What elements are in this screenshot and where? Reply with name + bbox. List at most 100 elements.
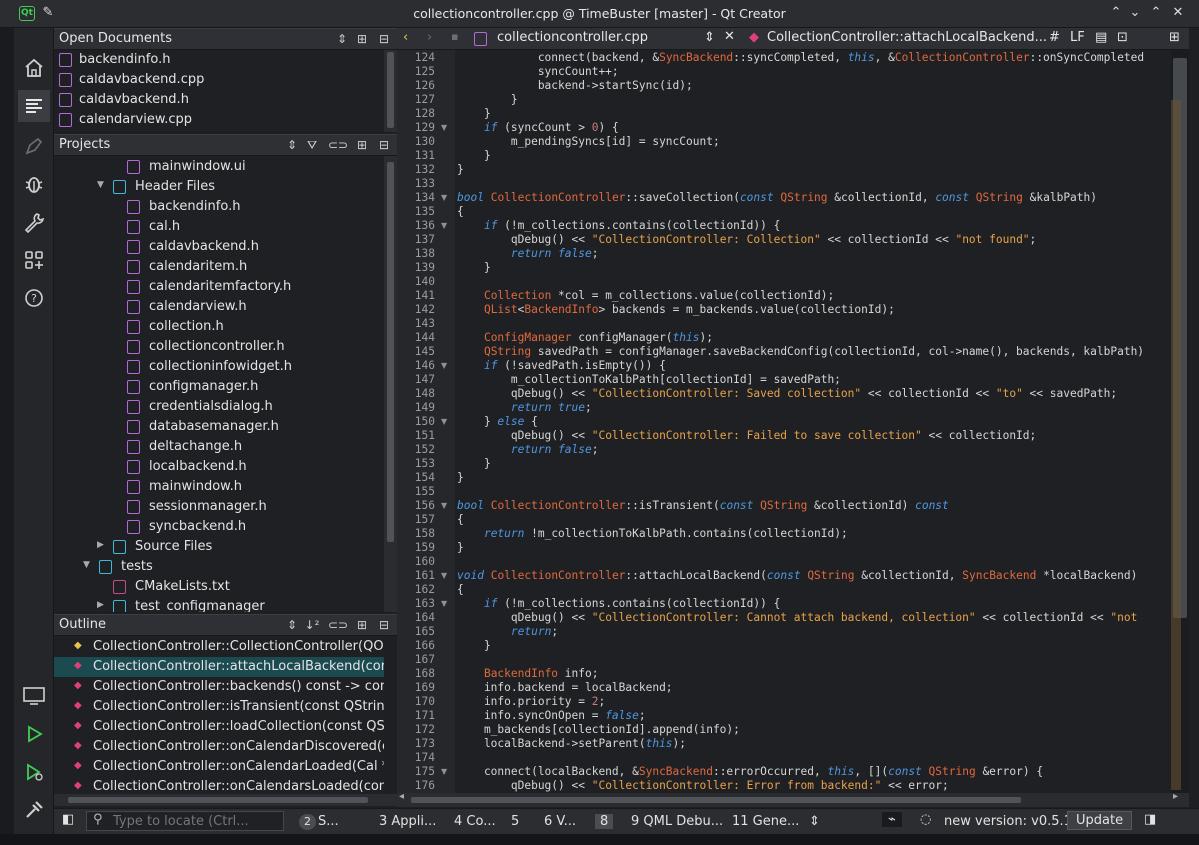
projects-mode-icon[interactable] bbox=[18, 206, 50, 238]
sort-alpha-icon[interactable]: ↓² bbox=[304, 617, 320, 633]
fold-marker-icon[interactable]: ▼ bbox=[441, 571, 447, 580]
fold-marker-icon[interactable]: ▼ bbox=[441, 361, 447, 370]
outline-hscrollbar[interactable] bbox=[54, 794, 397, 806]
open-document-item[interactable]: calendarview.cpp bbox=[54, 110, 384, 130]
design-mode-icon[interactable] bbox=[18, 130, 50, 162]
scroll-left-icon[interactable]: ◂ bbox=[399, 791, 404, 802]
sort-updown-icon[interactable]: ⇕ bbox=[284, 137, 300, 153]
document-dropdown-icon[interactable]: ⇕ bbox=[704, 30, 715, 45]
fold-marker-icon[interactable]: ▼ bbox=[441, 767, 447, 776]
fold-marker-icon[interactable]: ▼ bbox=[441, 599, 447, 608]
project-tree-item[interactable]: ▶ Source Files bbox=[54, 537, 384, 557]
outline-hscroll-thumb[interactable] bbox=[68, 797, 368, 803]
welcome-mode-icon[interactable] bbox=[18, 52, 50, 84]
link-icon[interactable]: ⊂⊃ bbox=[328, 617, 348, 633]
output-pane-tab[interactable]: 5 bbox=[511, 814, 519, 829]
project-tree-item[interactable]: collectioninfowidget.h bbox=[54, 357, 384, 377]
output-pane-tab[interactable]: 11 Gene... bbox=[732, 814, 799, 829]
debug-run-icon[interactable] bbox=[18, 756, 50, 788]
open-document-item[interactable]: caldavbackend.cpp bbox=[54, 70, 384, 90]
sort-updown-icon[interactable]: ⇕ bbox=[284, 617, 300, 633]
chevron-down-icon[interactable]: ▼ bbox=[97, 180, 104, 190]
locate-box[interactable]: ⚲ bbox=[86, 811, 284, 831]
project-tree-item[interactable]: ▼ Header Files bbox=[54, 177, 384, 197]
output-pane-tab[interactable]: 4 Co... bbox=[454, 814, 496, 829]
maximize-icon[interactable]: ⌃ bbox=[1148, 5, 1164, 21]
output-pane-tab[interactable]: 3 Appli... bbox=[379, 814, 436, 829]
outline-item[interactable]: ◆ CollectionController::attachLocalBacken… bbox=[54, 657, 384, 677]
chevron-down-icon[interactable]: ▼ bbox=[83, 560, 90, 570]
update-button[interactable]: Update bbox=[1067, 811, 1133, 830]
outline-item[interactable]: ◆ CollectionController::loadCollection(co… bbox=[54, 717, 384, 737]
split-icon[interactable]: ⊡ bbox=[1117, 30, 1128, 45]
minimize-icon[interactable]: ⌄ bbox=[1127, 5, 1143, 21]
scroll-right-icon[interactable]: ▸ bbox=[1173, 791, 1178, 802]
close-pane-icon[interactable]: ⊟ bbox=[376, 617, 392, 633]
document-selector[interactable]: collectioncontroller.cpp bbox=[497, 30, 648, 45]
document-info-icon[interactable]: ▤ bbox=[1095, 30, 1107, 45]
editor-hscrollbar[interactable]: ◂ ▸ bbox=[397, 791, 1189, 807]
toggle-sidebar-icon[interactable]: ◧ bbox=[62, 812, 74, 827]
project-tree-item[interactable]: ▼ tests bbox=[54, 557, 384, 577]
project-tree-item[interactable]: backendinfo.h bbox=[54, 197, 384, 217]
back-arrow-icon[interactable]: ‹ bbox=[403, 30, 408, 45]
symbol-selector[interactable]: CollectionController::attachLocalBackend… bbox=[767, 30, 1047, 45]
issues-badge[interactable]: 2 bbox=[299, 814, 316, 830]
output-pane-tab[interactable]: 8 bbox=[595, 814, 614, 829]
split-pane-icon[interactable]: ⊞ bbox=[354, 137, 370, 153]
fold-marker-icon[interactable]: ▼ bbox=[441, 417, 447, 426]
project-tree-item[interactable]: caldavbackend.h bbox=[54, 237, 384, 257]
locate-input[interactable] bbox=[111, 813, 279, 829]
notification-icon[interactable]: ⌁ bbox=[882, 812, 902, 827]
close-document-icon[interactable]: ✕ bbox=[724, 29, 735, 44]
project-tree-item[interactable]: collection.h bbox=[54, 317, 384, 337]
output-pane-tab[interactable]: S... bbox=[318, 814, 339, 829]
project-tree-item[interactable]: CMakeLists.txt bbox=[54, 577, 384, 597]
debug-mode-icon[interactable] bbox=[18, 168, 50, 200]
project-tree-item[interactable]: sessionmanager.h bbox=[54, 497, 384, 517]
close-pane-icon[interactable]: ⊟ bbox=[376, 137, 392, 153]
close-pane-icon[interactable]: ⊟ bbox=[376, 31, 392, 47]
outline-item[interactable]: ◆ CollectionController::onCalendarsLoaded… bbox=[54, 777, 384, 794]
project-tree-item[interactable]: calendarview.h bbox=[54, 297, 384, 317]
project-tree-item[interactable]: localbackend.h bbox=[54, 457, 384, 477]
project-tree-item[interactable]: deltachange.h bbox=[54, 437, 384, 457]
chevron-right-icon[interactable]: ▶ bbox=[97, 600, 104, 610]
fold-marker-icon[interactable]: ▼ bbox=[441, 501, 447, 510]
sort-updown-icon[interactable]: ⇕ bbox=[334, 31, 350, 47]
outline-item[interactable]: ◆ CollectionController::isTransient(const… bbox=[54, 697, 384, 717]
kit-selector-icon[interactable] bbox=[18, 680, 50, 712]
fold-marker-icon[interactable]: ▼ bbox=[441, 193, 447, 202]
open-documents-scroll-thumb[interactable] bbox=[387, 52, 394, 128]
split-pane-icon[interactable]: ⊞ bbox=[354, 31, 370, 47]
outline-item[interactable]: ◆ CollectionController::backends() const … bbox=[54, 677, 384, 697]
split-pane-icon[interactable]: ⊞ bbox=[354, 617, 370, 633]
project-tree-item[interactable]: mainwindow.h bbox=[54, 477, 384, 497]
project-tree-item[interactable]: mainwindow.ui bbox=[54, 157, 384, 177]
toggle-right-sidebar-icon[interactable]: ◨ bbox=[1144, 812, 1156, 827]
filter-icon[interactable]: ⛛ bbox=[304, 137, 320, 153]
output-pane-tab[interactable]: 6 V... bbox=[544, 814, 576, 829]
close-icon[interactable]: ✕ bbox=[1170, 5, 1186, 21]
project-tree-item[interactable]: cal.h bbox=[54, 217, 384, 237]
editor-hscroll-thumb[interactable] bbox=[411, 797, 1021, 803]
project-tree-item[interactable]: databasemanager.h bbox=[54, 417, 384, 437]
more-panes-icon[interactable]: ⇕ bbox=[809, 814, 820, 829]
help-mode-icon[interactable]: ? bbox=[18, 282, 50, 314]
edit-mode-icon[interactable] bbox=[18, 90, 50, 122]
project-tree-item[interactable]: collectioncontroller.h bbox=[54, 337, 384, 357]
outline-item[interactable]: ◆ CollectionController::onCalendarDiscove… bbox=[54, 737, 384, 757]
hash-button[interactable]: # bbox=[1049, 30, 1060, 45]
editor-vscrollbar[interactable] bbox=[1171, 50, 1189, 793]
extensions-mode-icon[interactable] bbox=[18, 244, 50, 276]
projects-scroll-thumb[interactable] bbox=[387, 162, 394, 542]
open-document-item[interactable]: backendinfo.h bbox=[54, 50, 384, 70]
keep-above-icon[interactable]: ⌃ bbox=[1108, 5, 1124, 21]
link-icon[interactable]: ⊂⊃ bbox=[328, 137, 348, 153]
project-tree-item[interactable]: syncbackend.h bbox=[54, 517, 384, 537]
fold-marker-icon[interactable]: ▼ bbox=[441, 221, 447, 230]
outline-item[interactable]: ◆ CollectionController::CollectionControl… bbox=[54, 637, 384, 657]
project-tree-item[interactable]: calendaritemfactory.h bbox=[54, 277, 384, 297]
build-icon[interactable] bbox=[18, 794, 50, 826]
code-editor[interactable]: connect(backend, &SyncBackend::syncCompl… bbox=[455, 50, 1171, 793]
